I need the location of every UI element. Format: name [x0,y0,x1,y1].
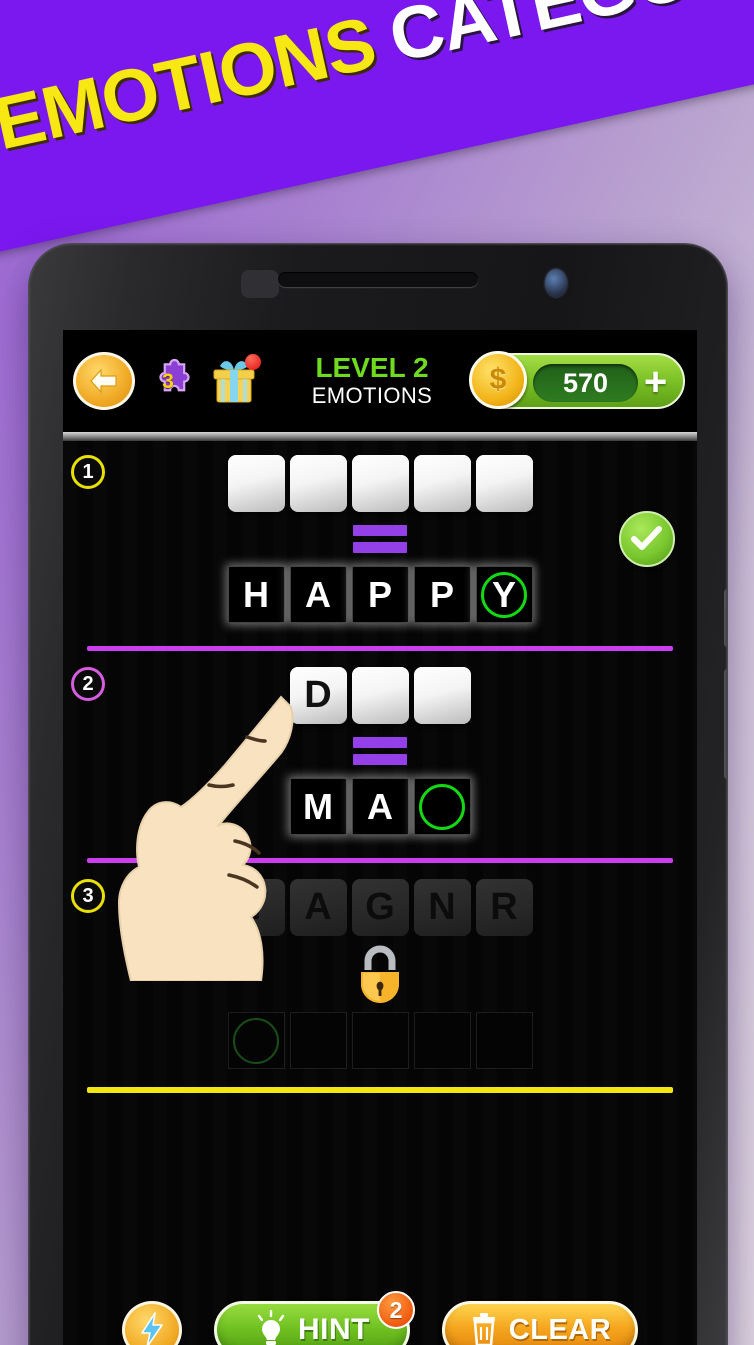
lightning-bolt-icon [141,1312,163,1345]
equals-bar-top [353,737,407,748]
answer-tile[interactable]: P [413,566,471,623]
puzzle-row-2: 2 D M A [63,653,697,858]
row-2-input-tiles: D [63,653,697,724]
key-tile[interactable] [227,455,285,512]
locked-slot [475,1012,533,1069]
phone-screen: 3 LEVEL 2 EMOTIONS $ 570 + 1 H A P P Y 2… [63,330,697,1345]
key-tile[interactable] [351,455,409,512]
row-separator-3 [87,1087,673,1093]
answer-tile[interactable]: A [289,566,347,623]
check-badge-icon [631,526,662,550]
answer-tile[interactable]: M [289,778,347,835]
key-tile[interactable] [351,667,409,724]
game-header: 3 LEVEL 2 EMOTIONS $ 570 + [63,330,697,432]
back-button[interactable] [73,352,135,410]
equals-bar-bottom [353,542,407,553]
trash-icon [472,1313,495,1345]
phone-device-mockup: 3 LEVEL 2 EMOTIONS $ 570 + 1 H A P P Y 2… [28,243,728,1345]
locked-slot [289,1012,347,1069]
locked-tile: N [413,879,471,936]
earpiece-speaker [278,272,478,287]
front-camera-icon [545,269,567,297]
puzzle-row-1: 1 H A P P Y [63,441,697,646]
locked-tile: A [289,879,347,936]
clear-button[interactable]: CLEAR [442,1301,638,1345]
coin-count: 570 [533,364,638,402]
key-tile[interactable] [475,455,533,512]
boost-button[interactable] [122,1301,182,1345]
row-separator-1 [87,646,673,651]
equals-sign [63,737,697,765]
row-3-input-tiles: Y A G N R [63,865,697,936]
promo-banner-text: EMOTIONS CATEGORY [0,0,754,263]
hint-count-badge: 2 [377,1291,415,1329]
green-circle-marker [419,783,465,830]
locked-tile: G [351,879,409,936]
answer-tile[interactable]: A [351,778,409,835]
row-badge-1: 1 [71,455,105,489]
row-1-answer-tiles: H A P P Y [63,566,697,623]
puzzle-row-3-locked: 3 Y A G N R [63,865,697,1087]
gift-notification-dot [245,354,261,370]
phone-side-button-power[interactable] [724,589,727,647]
key-tile-d[interactable]: D [289,667,347,724]
row-1-input-tiles [63,441,697,512]
level-info: LEVEL 2 EMOTIONS [265,351,473,410]
promo-word-category: CATEGORY [382,0,754,78]
row-badge-2: 2 [71,667,105,701]
answer-tile[interactable]: P [351,566,409,623]
promo-word-emotions: EMOTIONS [0,0,383,165]
back-arrow-icon [90,368,117,394]
equals-bar-top [353,525,407,536]
answer-tile[interactable]: H [227,566,285,623]
coin-balance-bar[interactable]: $ 570 + [469,351,685,409]
locked-slot [413,1012,471,1069]
clear-label: CLEAR [508,1313,612,1345]
locked-tile: R [475,879,533,936]
green-circle-marker-dim [233,1017,279,1064]
hint-button[interactable]: HINT 2 [214,1291,415,1345]
header-divider [63,432,697,441]
phone-top-bezel [29,244,727,330]
key-tile[interactable] [413,455,471,512]
puzzle-area: 1 H A P P Y 2 D M A 3 Y A G N R HINT 2 C… [63,441,697,1345]
lightbulb-icon [257,1310,285,1345]
locked-slot [351,1012,409,1069]
green-circle-marker [481,571,527,618]
key-tile[interactable] [289,455,347,512]
level-title: LEVEL 2 [315,351,429,383]
row-badge-3: 3 [71,879,105,913]
phone-side-button-volume[interactable] [724,669,727,779]
answer-tile-circled[interactable] [413,778,471,835]
row-1-solved-check-badge [619,511,675,567]
row-separator-2 [87,858,673,863]
equals-bar-bottom [353,754,407,765]
level-category: EMOTIONS [311,382,433,408]
hint-label: HINT [298,1313,370,1345]
row-2-answer-tiles: M A [63,778,697,835]
coin-add-button[interactable]: + [638,362,673,402]
bottom-toolbar: HINT 2 CLEAR [63,1276,697,1345]
padlock-icon [361,945,399,1004]
locked-tile: Y [227,879,285,936]
key-tile[interactable] [413,667,471,724]
row-3-answer-slots [63,1012,697,1069]
answer-tile-circled[interactable]: Y [475,566,533,623]
coin-icon: $ [469,351,527,409]
puzzle-pieces-button[interactable]: 3 [137,352,199,410]
gift-button[interactable] [203,350,265,412]
locked-slot-circled [227,1012,285,1069]
puzzle-count-label: 3 [162,370,174,393]
row-3-lock [63,942,697,1004]
promo-banner: EMOTIONS CATEGORY [0,0,754,263]
proximity-sensor-icon [241,270,279,298]
equals-sign [63,525,697,553]
